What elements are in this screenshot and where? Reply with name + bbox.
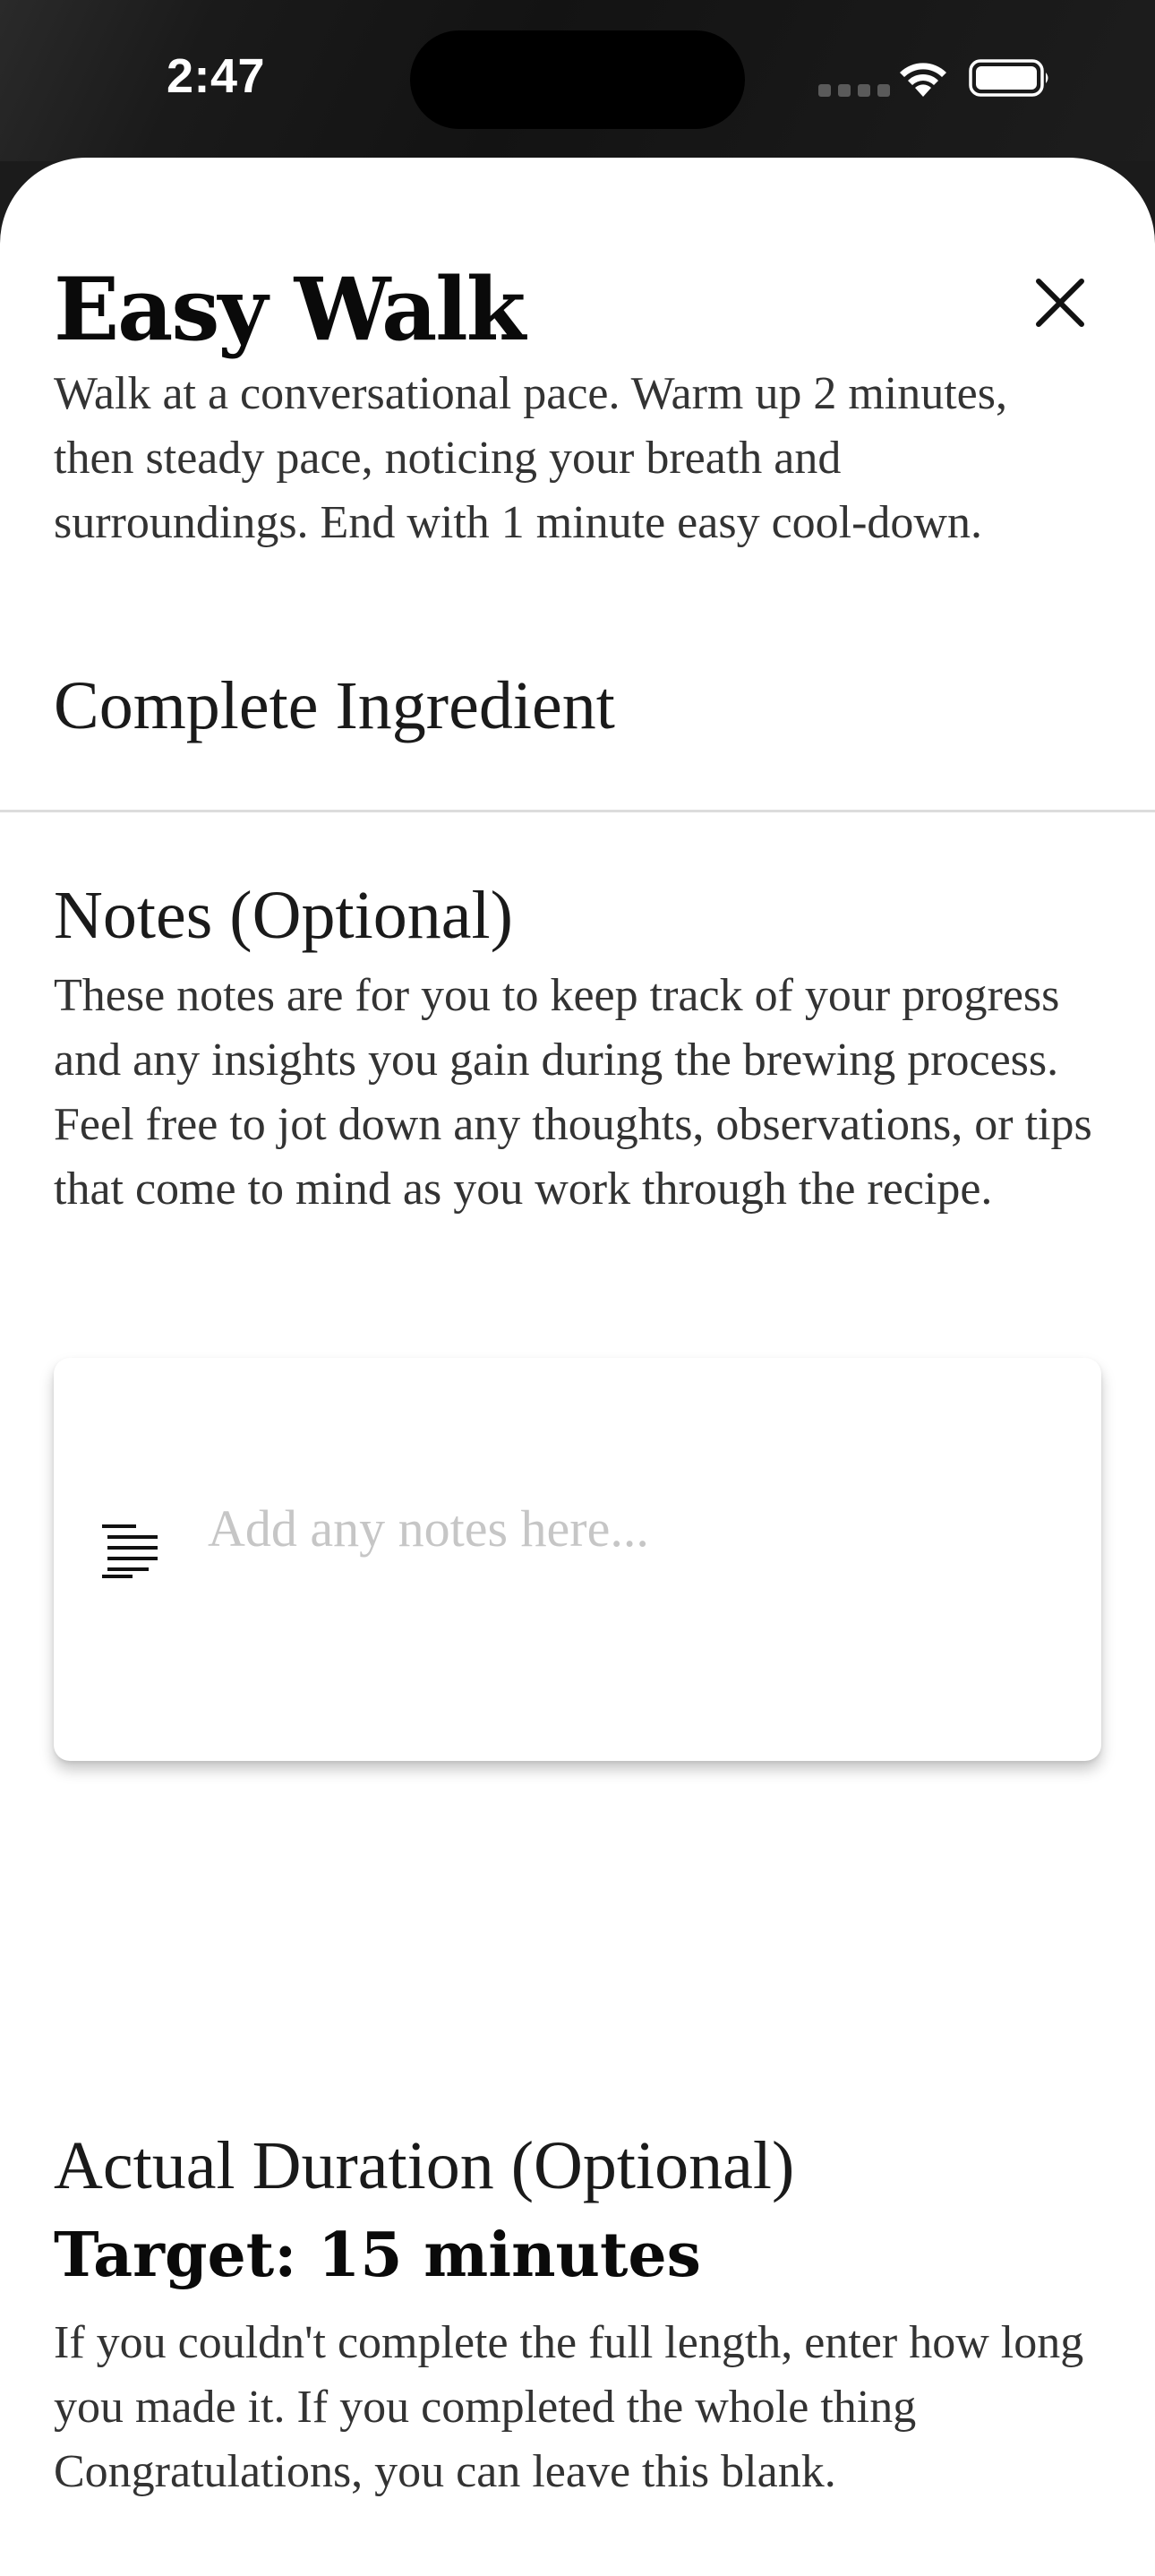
notes-input[interactable] <box>208 1498 1067 1560</box>
notes-description: These notes are for you to keep track of… <box>54 970 1092 1215</box>
battery-icon <box>969 59 1048 97</box>
cellular-signal-icon <box>818 84 890 97</box>
dynamic-island <box>410 30 745 129</box>
close-icon <box>1036 279 1084 327</box>
complete-ingredient-button[interactable]: Complete Ingredient <box>54 665 615 747</box>
ingredient-sheet: Easy Walk Walk at a conversational pace.… <box>0 158 1155 2576</box>
status-bar: 2:47 <box>0 0 1155 161</box>
walk-description: Walk at a conversational pace. Warm up 2… <box>54 368 1007 548</box>
status-time: 2:47 <box>167 49 266 103</box>
section-divider <box>0 810 1155 812</box>
text-lines-icon <box>102 1524 158 1578</box>
wifi-icon <box>900 63 946 97</box>
target-duration: Target: 15 minutes <box>54 2220 701 2291</box>
page-title: Easy Walk <box>54 259 526 360</box>
close-button[interactable] <box>1026 269 1094 337</box>
notes-heading: Notes (Optional) <box>54 878 513 953</box>
duration-heading: Actual Duration (Optional) <box>54 2128 795 2203</box>
duration-description: If you couldn't complete the full length… <box>54 2317 1084 2497</box>
